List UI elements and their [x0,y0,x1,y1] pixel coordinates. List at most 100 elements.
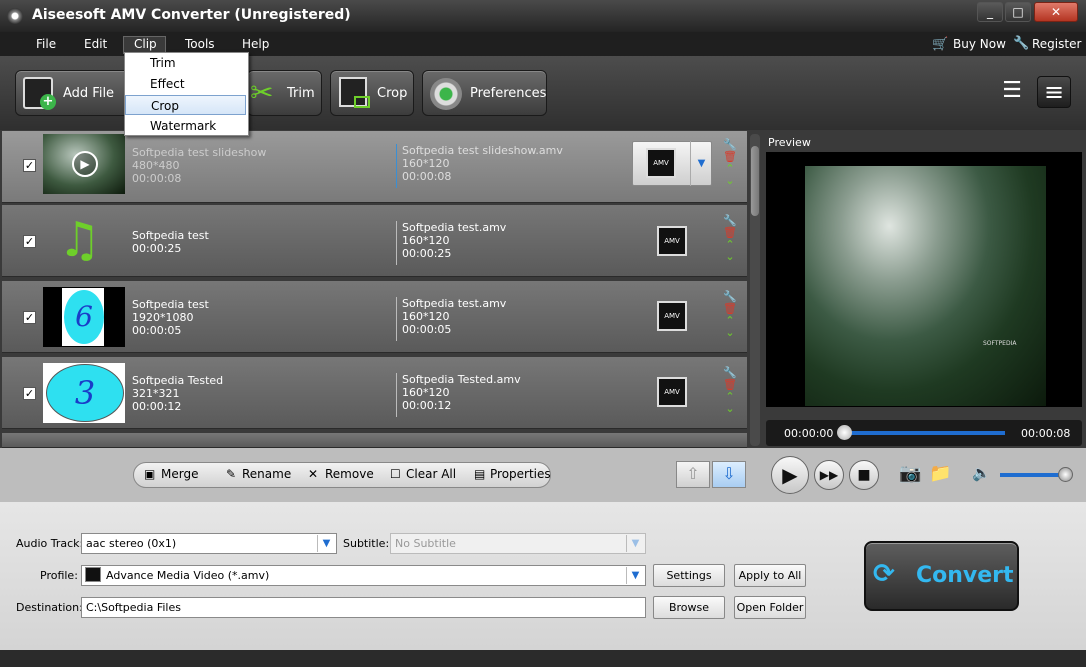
clip-menu-watermark[interactable]: Watermark [125,116,246,136]
properties-button[interactable]: Properties [490,467,551,481]
seek-handle[interactable] [837,425,852,440]
output-name: Softpedia test slideshow.amv [402,144,563,157]
list-view-icon[interactable]: ☰ [997,76,1027,108]
output-duration: 00:00:08 [402,170,452,183]
down-icon[interactable]: ⌄ [722,175,738,187]
apply-to-all-button[interactable]: Apply to All [734,564,806,587]
current-time: 00:00:00 [784,427,834,440]
seek-track[interactable] [845,431,1005,435]
properties-icon: ▤ [474,467,486,481]
detail-view-icon[interactable]: ≡ [1037,76,1071,108]
source-info-4: Softpedia Tested 321*321 00:00:12 [132,374,223,413]
stop-button[interactable]: ■ [849,460,879,490]
down-icon[interactable]: ⌄ [722,403,738,415]
subtitle-label: Subtitle: [343,537,390,550]
output-info-3: Softpedia test.amv 160*120 00:00:05 [396,297,506,341]
file-checkbox-4[interactable]: ✓ [23,387,36,400]
source-duration: 00:00:12 [132,400,182,413]
subtitle-value: No Subtitle [395,537,456,550]
clear-all-icon: ☐ [390,467,401,481]
output-duration: 00:00:25 [402,247,452,260]
app-icon [7,8,23,24]
clip-menu-crop[interactable]: Crop [125,95,246,115]
folder-icon[interactable]: 📁 [929,463,951,484]
destination-label: Destination: [16,601,83,614]
trim-label: Trim [287,86,315,101]
window-title: Aiseesoft AMV Converter (Unregistered) [32,7,351,23]
maximize-button[interactable]: □ [1005,2,1031,22]
down-icon[interactable]: ⌄ [722,251,738,263]
audio-track-select[interactable]: aac stereo (0x1) ▼ [81,533,337,554]
convert-refresh-icon: ⟳ [873,559,895,589]
buy-now-link[interactable]: Buy Now [953,37,1006,51]
row-actions-4: 🔧 🗑 ⌃ ⌄ [722,367,738,415]
move-up-button[interactable]: ⇧ [676,461,710,488]
key-icon: 🔧 [1013,36,1030,51]
destination-field[interactable]: C:\Softpedia Files [81,597,646,618]
amv-format-icon: AMV [646,148,676,178]
output-name: Softpedia Tested.amv [402,373,521,386]
source-duration: 00:00:05 [132,324,182,337]
amv-format-icon[interactable]: AMV [657,301,687,331]
amv-profile-icon [85,567,101,582]
register-link[interactable]: Register [1032,37,1081,51]
move-down-button[interactable]: ⇩ [712,461,746,488]
file-checkbox-2[interactable]: ✓ [23,235,36,248]
file-row-2[interactable] [2,205,747,277]
source-duration: 00:00:25 [132,242,182,255]
amv-format-icon[interactable]: AMV [657,226,687,256]
source-info-2: Softpedia test 00:00:25 [132,229,209,255]
format-dropdown-arrow[interactable]: ▼ [690,141,712,186]
clear-all-button[interactable]: Clear All [406,467,456,481]
cart-icon: 🛒 [932,37,949,52]
rename-button[interactable]: Rename [242,467,291,481]
play-overlay-icon[interactable]: ▶ [72,151,98,177]
scrollbar-thumb[interactable] [751,146,759,216]
file-checkbox-1[interactable]: ✓ [23,159,36,172]
browse-button[interactable]: Browse [653,596,725,619]
output-resolution: 160*120 [402,386,450,399]
source-duration: 00:00:08 [132,172,182,185]
preferences-label: Preferences [470,86,547,101]
volume-track[interactable] [1000,473,1066,477]
source-name: Softpedia test slideshow [132,146,267,159]
menu-clip[interactable]: Clip [134,37,157,51]
menu-edit[interactable]: Edit [84,37,107,51]
amv-format-icon[interactable]: AMV [657,377,687,407]
merge-button[interactable]: Merge [161,467,198,481]
clip-menu-trim[interactable]: Trim [125,53,246,73]
total-time: 00:00:08 [1021,427,1071,440]
profile-select[interactable]: Advance Media Video (*.amv) ▼ [81,565,646,586]
file-checkbox-3[interactable]: ✓ [23,311,36,324]
settings-button[interactable]: Settings [653,564,725,587]
thumbnail-digit: 3 [46,364,124,422]
source-info-3: Softpedia test 1920*1080 00:00:05 [132,298,209,337]
source-name: Softpedia Tested [132,374,224,387]
source-resolution: 321*321 [132,387,180,400]
chevron-down-icon: ▼ [626,567,644,584]
music-note-icon: ♫ [58,212,102,268]
down-icon[interactable]: ⌄ [722,327,738,339]
camera-icon[interactable]: 📷 [899,463,921,484]
menu-tools[interactable]: Tools [185,37,215,51]
output-resolution: 160*120 [402,157,450,170]
remove-button[interactable]: Remove [325,467,374,481]
output-resolution: 160*120 [402,310,450,323]
menu-help[interactable]: Help [242,37,269,51]
scissors-icon: ✂ [250,76,274,109]
fast-forward-button[interactable]: ▶▶ [814,460,844,490]
output-info-1: Softpedia test slideshow.amv 160*120 00:… [396,144,563,188]
volume-handle[interactable] [1058,467,1073,482]
preview-label: Preview [768,136,811,149]
video-watermark: SOFTPEDIA [983,340,1017,347]
output-duration: 00:00:05 [402,323,452,336]
volume-icon[interactable]: 🔈 [972,464,991,482]
file-row-5[interactable] [2,433,747,448]
clip-menu-effect[interactable]: Effect [125,74,246,94]
open-folder-button[interactable]: Open Folder [734,596,806,619]
close-button[interactable]: ✕ [1034,2,1078,22]
row-actions-1: 🔧 🗑 ⌃ ⌄ [722,139,738,187]
minimize-button[interactable]: _ [977,2,1003,22]
menu-file[interactable]: File [36,37,56,51]
play-button[interactable]: ▶ [771,456,809,494]
